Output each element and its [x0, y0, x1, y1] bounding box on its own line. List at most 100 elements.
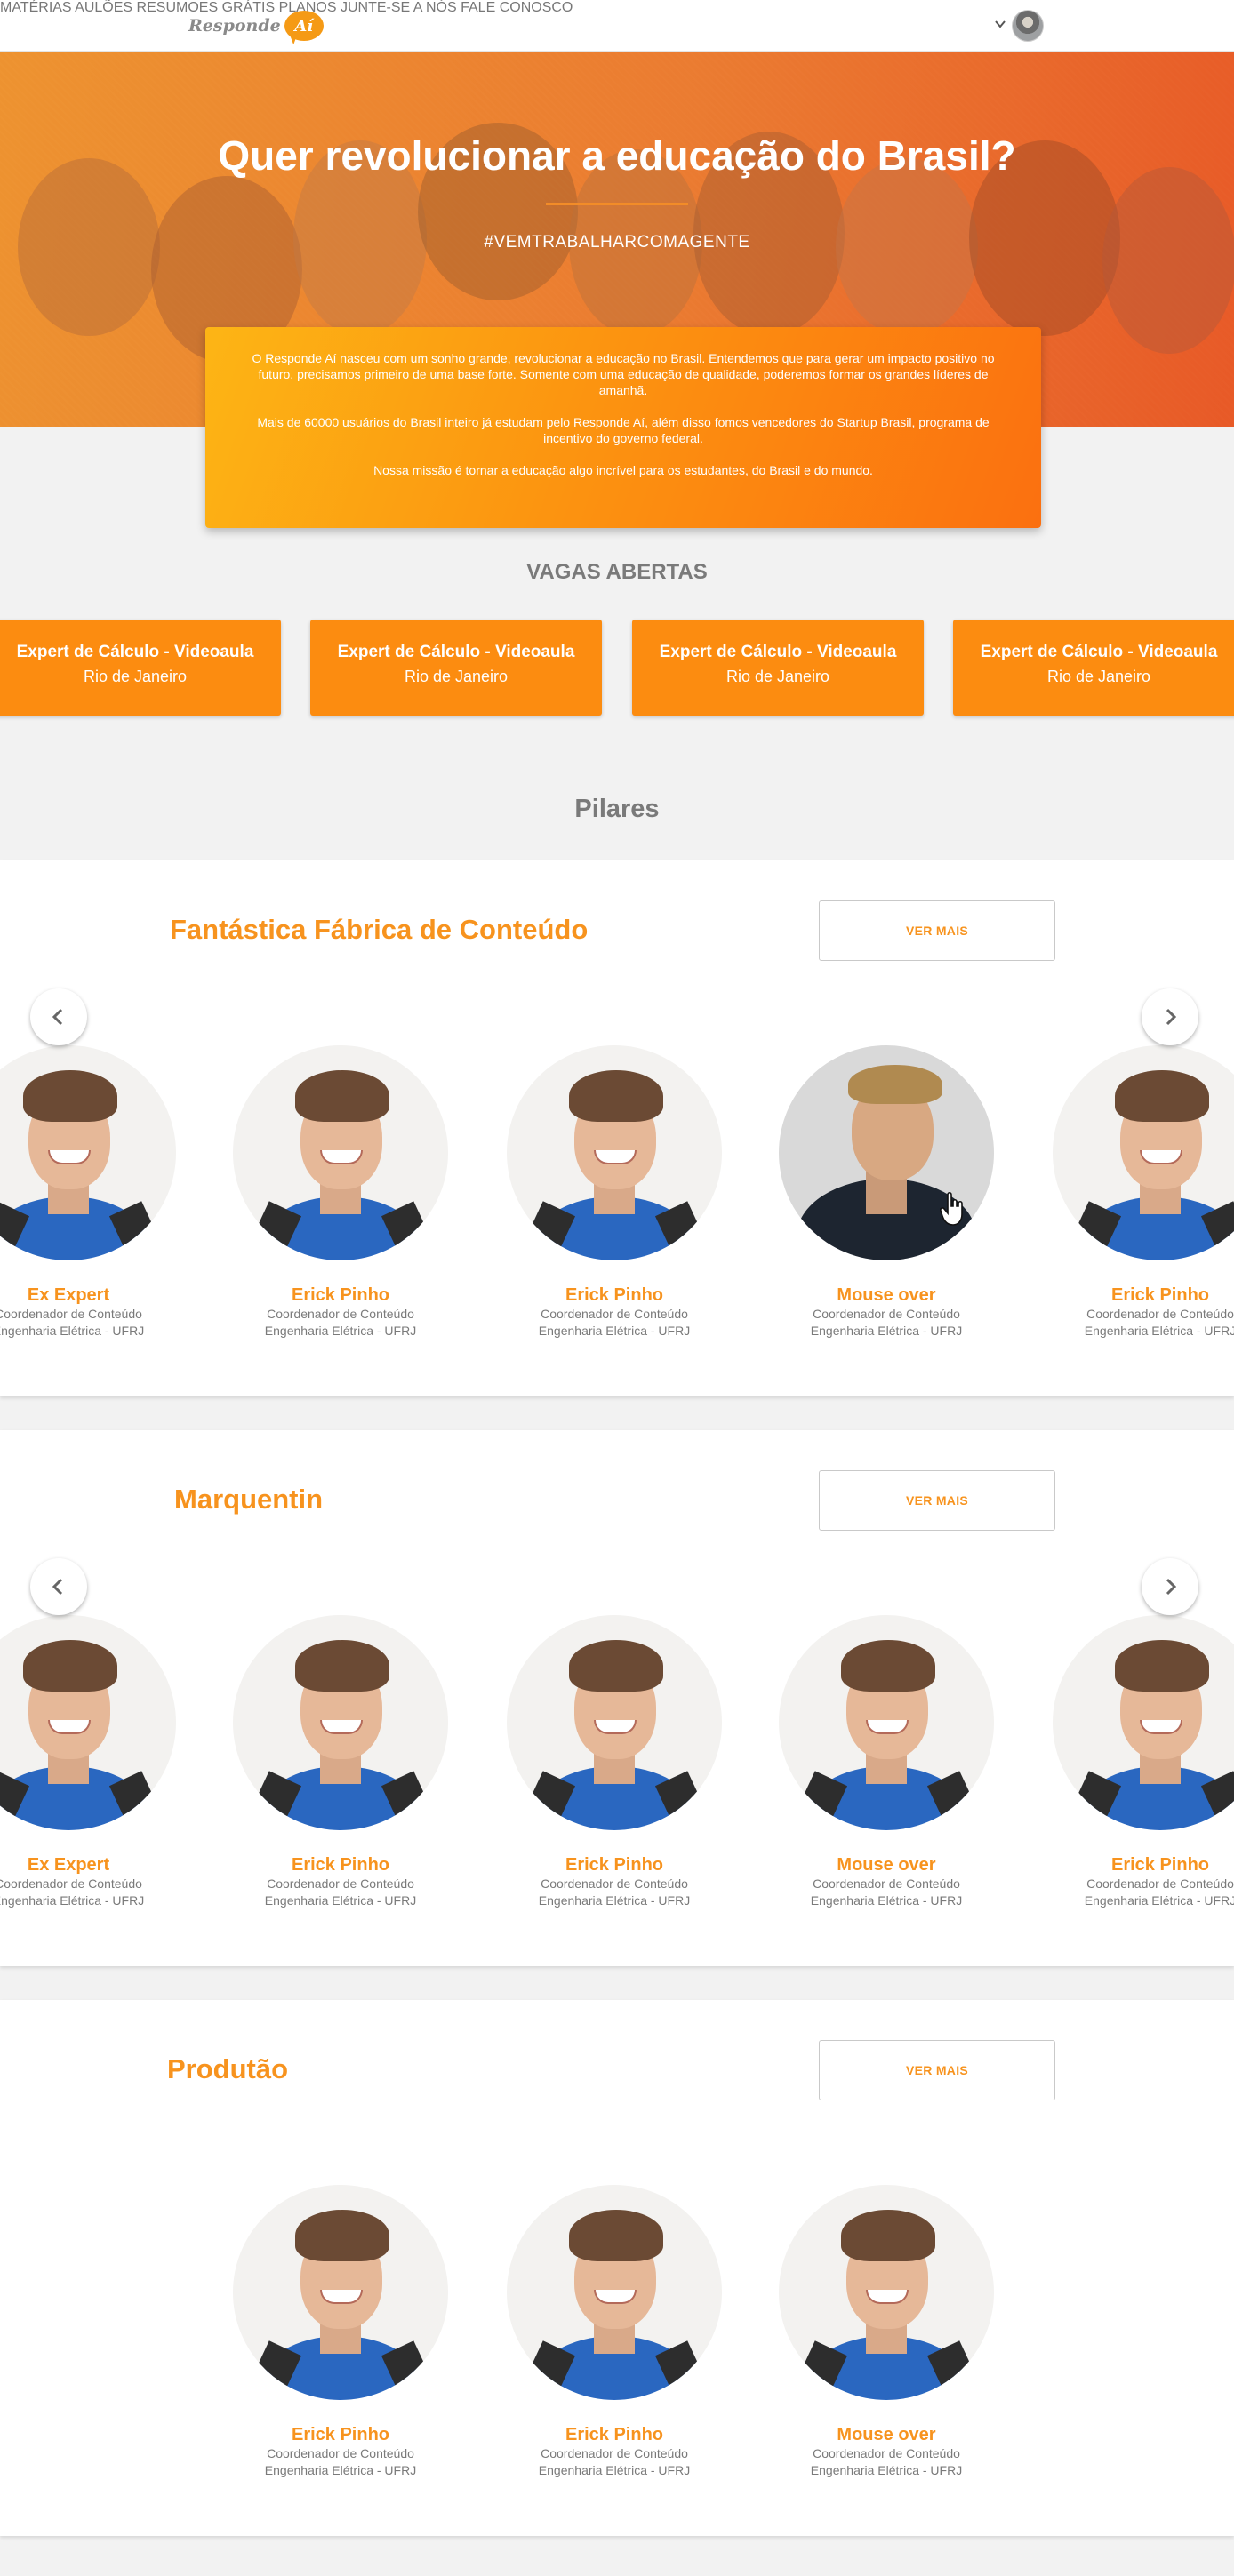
- hero-title: Quer revolucionar a educação do Brasil?: [218, 132, 1016, 179]
- member-photo: [233, 1615, 448, 1830]
- intro-paragraph-1: O Responde Aí nasceu com um sonho grande…: [252, 351, 995, 397]
- job-location: Rio de Janeiro: [1046, 668, 1151, 685]
- member-name: Erick Pinho: [291, 1855, 390, 1875]
- job-card[interactable]: Expert de Cálculo - Videoaula Rio de Jan…: [953, 620, 1234, 716]
- member-role: Coordenador de Conteúdo: [541, 2446, 688, 2460]
- team-member-card[interactable]: Erick Pinho Coordenador de Conteúdo Enge…: [477, 2185, 752, 2479]
- pillar-title: Marquentin: [174, 1484, 324, 1515]
- pilares-title: Pilares: [574, 795, 660, 823]
- chevron-down-icon[interactable]: [994, 18, 1006, 33]
- member-role: Coordenador de Conteúdo: [0, 1876, 142, 1891]
- member-name: Erick Pinho: [291, 2425, 390, 2444]
- pillar-title: Produtão: [167, 2053, 289, 2084]
- member-course: Engenharia Elétrica - UFRJ: [810, 1893, 963, 1908]
- hand-cursor-icon: [940, 1191, 963, 1226]
- member-role: Coordenador de Conteúdo: [1086, 1876, 1234, 1891]
- team-member-card[interactable]: Erick Pinho Coordenador de Conteúdo Enge…: [203, 1045, 478, 1340]
- member-role: Coordenador de Conteúdo: [0, 1307, 142, 1321]
- nav-item-junte-se[interactable]: JUNTE-SE A NÓS: [341, 0, 457, 15]
- member-photo: [233, 1045, 448, 1260]
- member-course: Engenharia Elétrica - UFRJ: [264, 2463, 417, 2477]
- member-name: Erick Pinho: [565, 2425, 664, 2444]
- member-course: Engenharia Elétrica - UFRJ: [264, 1893, 417, 1908]
- ver-mais-button[interactable]: VER MAIS: [819, 2040, 1055, 2100]
- team-member-card[interactable]: Erick Pinho Coordenador de Conteúdo Enge…: [203, 2185, 478, 2479]
- team-member-card[interactable]: Mouse over Coordenador de Conteúdo Engen…: [749, 1045, 1024, 1340]
- member-role: Coordenador de Conteúdo: [541, 1307, 688, 1321]
- team-member-card[interactable]: Erick Pinho Coordenador de Conteúdo Enge…: [1022, 1615, 1234, 1909]
- member-name: Erick Pinho: [291, 1285, 390, 1305]
- nav-item-materias[interactable]: MATÉRIAS: [0, 0, 72, 15]
- member-name: Ex Expert: [27, 1285, 110, 1305]
- logo-badge: Aí: [284, 11, 324, 41]
- member-name: Mouse over: [837, 2425, 936, 2444]
- ver-mais-button[interactable]: VER MAIS: [819, 1470, 1055, 1531]
- member-photo: [1053, 1045, 1234, 1260]
- member-name: Mouse over: [837, 1855, 936, 1875]
- pillar-panel: Fantástica Fábrica de Conteúdo VER MAIS …: [0, 860, 1234, 1396]
- team-member-card[interactable]: Ex Expert Coordenador de Conteúdo Engenh…: [0, 1615, 206, 1909]
- top-navbar: Responde Aí MATÉRIAS AULÕES RESUMOES GRÁ…: [0, 0, 1234, 52]
- nav-item-auloes[interactable]: AULÕES: [75, 0, 132, 15]
- member-photo: [779, 1045, 994, 1260]
- member-name: Erick Pinho: [1110, 1855, 1210, 1875]
- job-card[interactable]: Expert de Cálculo - Videoaula Rio de Jan…: [0, 620, 281, 716]
- vagas-title: VAGAS ABERTAS: [526, 560, 708, 584]
- member-name: Erick Pinho: [565, 1285, 664, 1305]
- member-role: Coordenador de Conteúdo: [267, 1876, 414, 1891]
- team-member-card[interactable]: Erick Pinho Coordenador de Conteúdo Enge…: [1022, 1045, 1234, 1340]
- logo-text: Responde: [188, 16, 281, 36]
- member-photo: [779, 1615, 994, 1830]
- job-card[interactable]: Expert de Cálculo - Videoaula Rio de Jan…: [310, 620, 602, 716]
- hero-divider: [546, 203, 688, 205]
- chevron-left-icon: [52, 1008, 63, 1026]
- member-role: Coordenador de Conteúdo: [813, 1307, 960, 1321]
- ver-mais-button[interactable]: VER MAIS: [819, 900, 1055, 961]
- member-name: Erick Pinho: [565, 1855, 664, 1875]
- member-course: Engenharia Elétrica - UFRJ: [1084, 1324, 1234, 1338]
- member-role: Coordenador de Conteúdo: [813, 1876, 960, 1891]
- team-member-card[interactable]: Erick Pinho Coordenador de Conteúdo Enge…: [477, 1045, 752, 1340]
- member-photo: [507, 1045, 722, 1260]
- intro-paragraph-3: Nossa missão é tornar a educação algo in…: [373, 463, 873, 477]
- user-avatar-icon[interactable]: [1012, 10, 1044, 42]
- job-title: Expert de Cálculo - Videoaula: [16, 643, 254, 661]
- member-role: Coordenador de Conteúdo: [541, 1876, 688, 1891]
- job-location: Rio de Janeiro: [83, 668, 188, 685]
- carousel-prev-button[interactable]: [30, 988, 87, 1045]
- member-course: Engenharia Elétrica - UFRJ: [538, 1893, 691, 1908]
- team-member-card[interactable]: Erick Pinho Coordenador de Conteúdo Enge…: [477, 1615, 752, 1909]
- job-title: Expert de Cálculo - Videoaula: [337, 643, 575, 661]
- pillar-panel: Produtão VER MAIS Erick Pinho Coordenado…: [0, 2000, 1234, 2536]
- member-photo: [1053, 1615, 1234, 1830]
- member-photo: [0, 1615, 176, 1830]
- team-member-card[interactable]: Erick Pinho Coordenador de Conteúdo Enge…: [203, 1615, 478, 1909]
- team-member-card[interactable]: Ex Expert Coordenador de Conteúdo Engenh…: [0, 1045, 206, 1340]
- team-member-card[interactable]: Mouse over Coordenador de Conteúdo Engen…: [749, 1615, 1024, 1909]
- member-photo: [233, 2185, 448, 2400]
- carousel-next-button[interactable]: [1142, 1558, 1198, 1615]
- member-role: Coordenador de Conteúdo: [813, 2446, 960, 2460]
- member-role: Coordenador de Conteúdo: [1086, 1307, 1234, 1321]
- member-course: Engenharia Elétrica - UFRJ: [264, 1324, 417, 1338]
- team-member-card[interactable]: Mouse over Coordenador de Conteúdo Engen…: [749, 2185, 1024, 2479]
- chevron-left-icon: [52, 1578, 63, 1596]
- member-name: Ex Expert: [27, 1855, 110, 1875]
- job-location: Rio de Janeiro: [404, 668, 509, 685]
- member-course: Engenharia Elétrica - UFRJ: [538, 1324, 691, 1338]
- intro-paragraph-2: Mais de 60000 usuários do Brasil inteiro…: [257, 415, 990, 445]
- member-name: Erick Pinho: [1110, 1285, 1210, 1305]
- member-photo: [507, 1615, 722, 1830]
- carousel-next-button[interactable]: [1142, 988, 1198, 1045]
- member-course: Engenharia Elétrica - UFRJ: [1084, 1893, 1234, 1908]
- hero-hashtag: #VEMTRABALHARCOMAGENTE: [484, 233, 750, 252]
- member-course: Engenharia Elétrica - UFRJ: [0, 1893, 145, 1908]
- member-course: Engenharia Elétrica - UFRJ: [538, 2463, 691, 2477]
- chevron-right-icon: [1166, 1578, 1177, 1596]
- job-card[interactable]: Expert de Cálculo - Videoaula Rio de Jan…: [632, 620, 924, 716]
- logo[interactable]: Responde Aí: [188, 9, 324, 43]
- job-title: Expert de Cálculo - Videoaula: [659, 643, 897, 661]
- member-role: Coordenador de Conteúdo: [267, 2446, 414, 2460]
- carousel-prev-button[interactable]: [30, 1558, 87, 1615]
- nav-item-fale-conosco[interactable]: FALE CONOSCO: [461, 0, 573, 15]
